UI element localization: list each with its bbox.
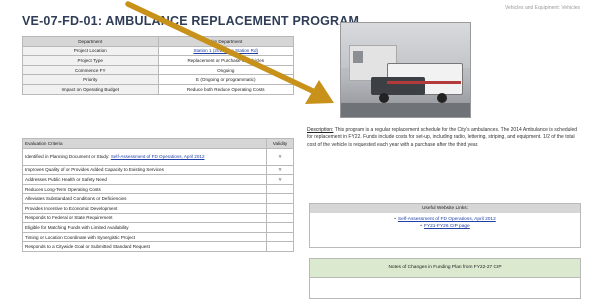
evaluation-criteria-table: Evaluation Criteria Validity Identified …	[22, 138, 294, 252]
row-value: Ongoing	[157, 64, 294, 76]
criteria-cell: Reduces Long-Term Operating Costs	[22, 183, 267, 195]
row-value: Replacement or Purchase of Vehicles	[157, 55, 294, 66]
validity-mark	[266, 212, 294, 224]
row-label: Impact on Operating Budget	[22, 83, 159, 95]
table-row: Provides Incentive to Economic Developme…	[22, 202, 294, 214]
description-text: This program is a regular replacement sc…	[307, 127, 578, 148]
table-row: Alleviates Substandard Conditions or Def…	[22, 193, 294, 204]
table-row: Improves Quality of or Provides Added Ca…	[22, 164, 294, 176]
project-location-link[interactable]: Station 1 (2015 Fire Station Rd)	[157, 45, 294, 57]
row-label: Project Location	[22, 45, 159, 57]
table-row: Commence FY Ongoing	[22, 64, 294, 76]
validity-mark: Y	[266, 174, 294, 185]
table-header-row: Department Fire Department	[22, 36, 294, 47]
row-label: Priority	[22, 74, 159, 85]
validity-mark	[266, 183, 294, 195]
department-value: Fire Department	[157, 36, 294, 47]
table-row: Priority E (Ongoing or programmatic)	[22, 74, 294, 85]
section-header: Vehicles and Equipment: Vehicles	[504, 5, 580, 11]
validity-mark	[266, 193, 294, 204]
planning-document-link[interactable]: Self-Assessment of FD Operations, April …	[111, 154, 205, 159]
validity-mark	[266, 231, 294, 243]
criteria-cell: Identified in Planning Document or Study…	[22, 147, 267, 166]
validity-header: Validity	[266, 138, 294, 149]
criteria-cell: Addresses Public Health or Safety Need	[22, 174, 267, 185]
row-value: E (Ongoing or programmatic)	[157, 74, 294, 85]
criteria-cell: Improves Quality of or Provides Added Ca…	[22, 164, 267, 176]
project-info-table: Department Fire Department Project Locat…	[22, 36, 294, 95]
table-row: Eligible for Matching Funds with Limited…	[22, 222, 294, 233]
project-description: Description: This program is a regular r…	[307, 127, 579, 149]
criteria-cell: Eligible for Matching Funds with Limited…	[22, 222, 267, 233]
table-row: Identified in Planning Document or Study…	[22, 147, 294, 166]
validity-mark: Y	[266, 147, 294, 166]
funding-notes-box: Notes of Changes in Funding Plan from FY…	[309, 258, 581, 299]
validity-mark	[266, 222, 294, 233]
useful-link[interactable]: FY21-FY26 CIP page	[310, 224, 580, 231]
table-row: Timing or Location Coordinate with Syner…	[22, 231, 294, 243]
row-label: Commence FY	[22, 64, 159, 76]
table-row: Project Location Station 1 (2015 Fire St…	[22, 45, 294, 57]
table-row: Addresses Public Health or Safety Need Y	[22, 174, 294, 185]
useful-link[interactable]: Self-Assessment of FD Operations, April …	[310, 217, 580, 224]
criteria-cell: Provides Incentive to Economic Developme…	[22, 202, 267, 214]
useful-links-title: Useful Website Links:	[310, 204, 580, 213]
description-label: Description:	[307, 127, 334, 133]
links-list: Self-Assessment of FD Operations, April …	[310, 217, 580, 230]
validity-mark	[266, 202, 294, 214]
page-title: VE-07-FD-01: AMBULANCE REPLACEMENT PROGR…	[22, 14, 360, 28]
table-row: Impact on Operating Budget Reduce both R…	[22, 83, 294, 95]
validity-mark	[266, 241, 294, 252]
table-row: Reduces Long-Term Operating Costs	[22, 183, 294, 195]
criteria-cell: Alleviates Substandard Conditions or Def…	[22, 193, 267, 204]
criteria-cell: Responds to a Citywide Goal or Submitted…	[22, 241, 267, 252]
useful-links-box: Useful Website Links: Self-Assessment of…	[309, 203, 581, 248]
criteria-header: Evaluation Criteria	[22, 138, 267, 149]
table-row: Responds to Federal or State Requirement	[22, 212, 294, 224]
funding-notes-title: Notes of Changes in Funding Plan from FY…	[310, 259, 580, 278]
table-row: Project Type Replacement or Purchase of …	[22, 55, 294, 66]
ambulance-photo	[340, 22, 471, 118]
validity-mark: Y	[266, 164, 294, 176]
row-value: Reduce both Reduce Operating Costs	[157, 83, 294, 95]
table-header-row: Evaluation Criteria Validity	[22, 138, 294, 149]
criteria-prefix: Identified in Planning Document or Study…	[25, 153, 110, 159]
department-label: Department	[22, 36, 159, 47]
criteria-cell: Responds to Federal or State Requirement	[22, 212, 267, 224]
document-page: Vehicles and Equipment: Vehicles VE-07-F…	[0, 0, 590, 306]
criteria-cell: Timing or Location Coordinate with Syner…	[22, 231, 267, 243]
table-row: Responds to a Citywide Goal or Submitted…	[22, 241, 294, 252]
row-label: Project Type	[22, 55, 159, 66]
